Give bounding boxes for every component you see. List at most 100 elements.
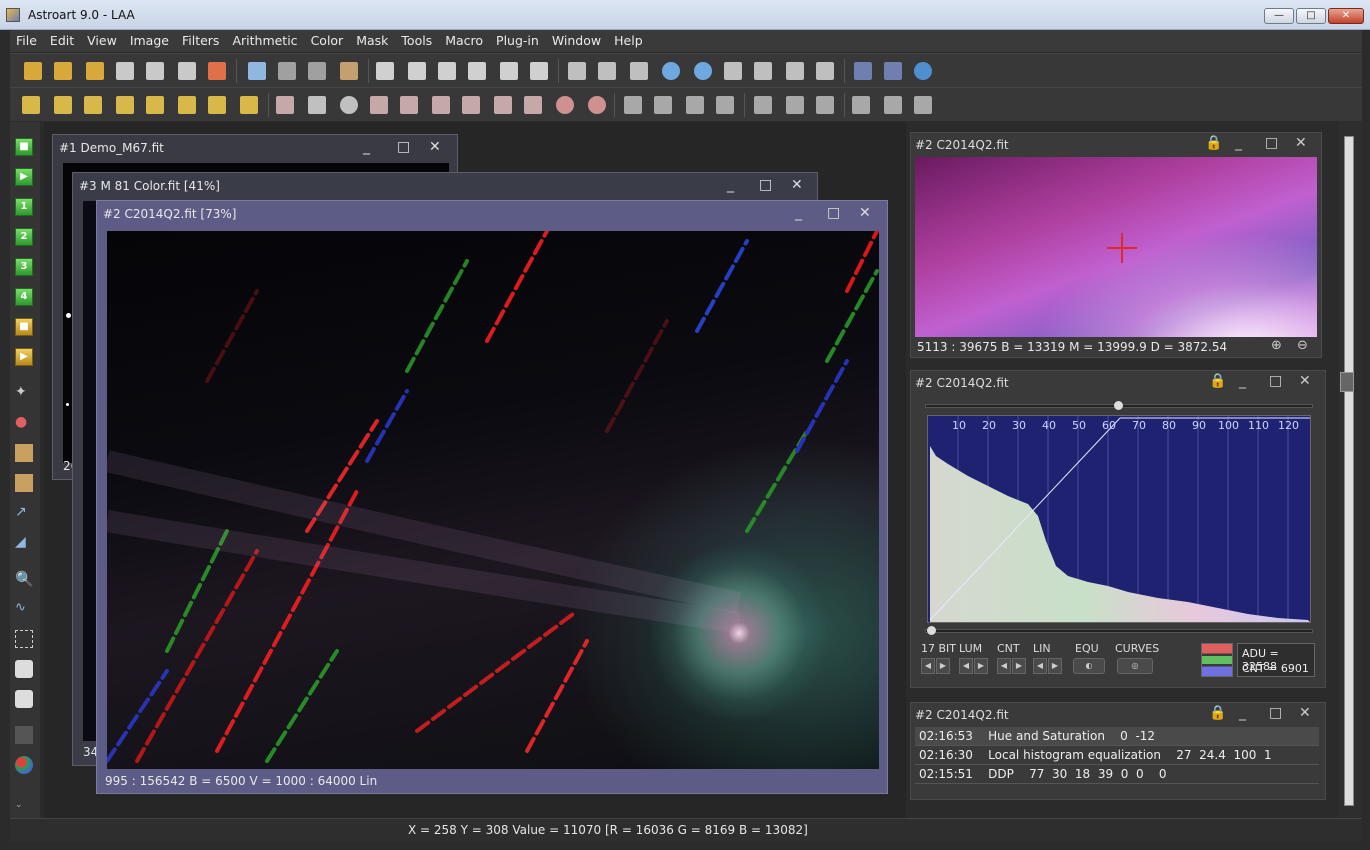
- lum-left-button[interactable]: ◀: [959, 658, 973, 674]
- zoom-out-icon[interactable]: ⊖: [1297, 338, 1308, 353]
- menu-arithmetic[interactable]: Arithmetic: [226, 30, 304, 48]
- dark-icon[interactable]: [116, 96, 134, 114]
- yellow-play-icon[interactable]: ▶: [15, 348, 33, 366]
- white-point-handle[interactable]: [1114, 401, 1123, 410]
- preview-lock-icon[interactable]: 🔒: [1205, 135, 1222, 151]
- bit-right-button[interactable]: ▶: [936, 658, 950, 674]
- gr-icon[interactable]: [524, 96, 542, 114]
- dock-handle[interactable]: [1340, 372, 1354, 392]
- lum-right-button[interactable]: ▶: [974, 658, 988, 674]
- history-minimize-button[interactable]: _: [1239, 705, 1246, 721]
- green-3-icon[interactable]: 3: [15, 258, 33, 276]
- c2014-minimize-button[interactable]: _: [795, 205, 802, 221]
- window-icon-1[interactable]: [568, 62, 586, 80]
- window-c2014[interactable]: #2 C2014Q2.fit [73%] _ □ ✕ 995: 156542 …: [96, 200, 888, 794]
- levels-icon[interactable]: [308, 96, 326, 114]
- align-rows-icon[interactable]: [624, 96, 642, 114]
- select-rect-icon[interactable]: [15, 630, 33, 648]
- layer-icon-1[interactable]: [852, 96, 870, 114]
- statistics-icon[interactable]: [438, 62, 456, 80]
- folder-red-icon[interactable]: [208, 62, 226, 80]
- angle-tool-icon[interactable]: ◢: [15, 534, 33, 552]
- grid-icon[interactable]: [15, 474, 33, 492]
- chevron-down-icon[interactable]: ⌄: [15, 800, 33, 818]
- menu-file[interactable]: File: [10, 30, 44, 48]
- cnt-left-button[interactable]: ◀: [997, 658, 1011, 674]
- line-tool-icon[interactable]: ↗: [15, 504, 33, 522]
- c2014-maximize-button[interactable]: □: [827, 205, 840, 221]
- menu-filters[interactable]: Filters: [176, 30, 226, 48]
- preview-minimize-button[interactable]: _: [1235, 135, 1242, 151]
- bottom-slider-track[interactable]: [925, 629, 1313, 633]
- minimize-button[interactable]: —: [1264, 8, 1294, 24]
- frame-icon[interactable]: [816, 96, 834, 114]
- zoom-preview-image[interactable]: [915, 157, 1317, 337]
- menu-help[interactable]: Help: [608, 30, 650, 48]
- zoom-fit-icon[interactable]: [724, 62, 742, 80]
- time-icon[interactable]: [468, 62, 486, 80]
- menu-macro[interactable]: Macro: [439, 30, 490, 48]
- histogram-maximize-button[interactable]: □: [1269, 373, 1282, 389]
- m67-close-button[interactable]: ✕: [429, 139, 441, 155]
- histogram-close-button[interactable]: ✕: [1299, 373, 1311, 389]
- menu-plugin[interactable]: Plug-in: [490, 30, 546, 48]
- green-4-icon[interactable]: 4: [15, 288, 33, 306]
- ma-icon[interactable]: [432, 96, 450, 114]
- profile-icon[interactable]: ∿: [15, 600, 33, 618]
- history-lock-icon[interactable]: 🔒: [1209, 705, 1226, 721]
- m81-close-button[interactable]: ✕: [791, 177, 803, 193]
- times-icon[interactable]: [208, 96, 226, 114]
- display-icon[interactable]: [786, 62, 804, 80]
- add-icon[interactable]: [22, 96, 40, 114]
- equ-button[interactable]: ◐: [1073, 658, 1105, 674]
- align-cols-icon[interactable]: [654, 96, 672, 114]
- menu-view[interactable]: View: [81, 30, 124, 48]
- convert-icon[interactable]: [278, 62, 296, 80]
- help-icon[interactable]: [914, 62, 932, 80]
- menu-image[interactable]: Image: [124, 30, 176, 48]
- open-folder-icon[interactable]: [54, 62, 72, 80]
- corner-l-icon[interactable]: [686, 96, 704, 114]
- subtract-icon[interactable]: [54, 96, 72, 114]
- menu-color[interactable]: Color: [305, 30, 351, 48]
- bit-left-button[interactable]: ◀: [921, 658, 935, 674]
- noise-icon[interactable]: [588, 96, 606, 114]
- corner-r-icon[interactable]: [716, 96, 734, 114]
- star-icon[interactable]: [556, 96, 574, 114]
- curves-button[interactable]: ◎: [1117, 658, 1153, 674]
- tool-icon-2[interactable]: [884, 62, 902, 80]
- function-icon[interactable]: [240, 96, 258, 114]
- rgb-color-icon[interactable]: [15, 756, 33, 774]
- menu-tools[interactable]: Tools: [395, 30, 439, 48]
- annotate-icon[interactable]: [15, 660, 33, 678]
- layer-icon-3[interactable]: [914, 96, 932, 114]
- grid-add-icon[interactable]: [15, 444, 33, 462]
- green-stop-icon[interactable]: ■: [15, 138, 33, 156]
- report-icon[interactable]: [500, 62, 518, 80]
- add-star-icon[interactable]: ✦: [15, 384, 33, 402]
- co-icon[interactable]: [462, 96, 480, 114]
- green-2-icon[interactable]: 2: [15, 228, 33, 246]
- rgb-channels-icon[interactable]: [1201, 643, 1233, 677]
- split-icon[interactable]: [816, 62, 834, 80]
- history-close-button[interactable]: ✕: [1299, 705, 1311, 721]
- history-row[interactable]: 02:15:51 DDP 77 30 18 39 0 0 0: [915, 765, 1319, 784]
- paste-icon[interactable]: [340, 62, 358, 80]
- save-as-icon[interactable]: [146, 62, 164, 80]
- open-icon[interactable]: [24, 62, 42, 80]
- green-play-icon[interactable]: ▶: [15, 168, 33, 186]
- histogram-minimize-button[interactable]: _: [1239, 373, 1246, 389]
- histogram-icon[interactable]: [376, 62, 394, 80]
- green-1-icon[interactable]: 1: [15, 198, 33, 216]
- annotate-remove-icon[interactable]: [15, 690, 33, 708]
- window-icon-3[interactable]: [630, 62, 648, 80]
- m81-minimize-button[interactable]: _: [727, 177, 734, 193]
- magnifier-icon[interactable]: 🔍: [15, 570, 34, 588]
- layer-icon-2[interactable]: [884, 96, 902, 114]
- ddp-icon[interactable]: [276, 96, 294, 114]
- black-point-handle[interactable]: [927, 626, 936, 635]
- grid-icon[interactable]: [786, 96, 804, 114]
- circle-icon[interactable]: [340, 96, 358, 114]
- histogram-lock-icon[interactable]: 🔒: [1209, 373, 1226, 389]
- inspect-icon[interactable]: [408, 62, 426, 80]
